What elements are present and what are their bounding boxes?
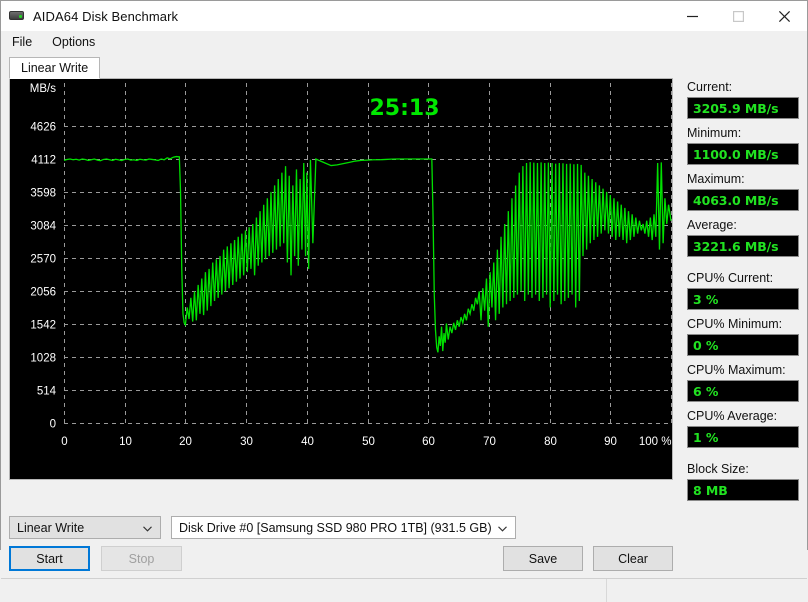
tab-linear-write[interactable]: Linear Write (9, 57, 101, 79)
svg-text:0: 0 (50, 419, 56, 431)
stat-value: 8 MB (693, 482, 728, 498)
main-content: Linear Write 0 514 1028 1542 2056 2570 3084 359… (1, 53, 807, 602)
stat-minimum: Minimum: 1100.0 MB/s (687, 126, 799, 165)
svg-text:50: 50 (362, 436, 375, 448)
stat-cpu-average: CPU% Average: 1 % (687, 409, 799, 448)
svg-text:80: 80 (544, 436, 557, 448)
svg-text:3084: 3084 (30, 221, 56, 233)
status-cell-right (606, 579, 807, 602)
drive-select[interactable]: Disk Drive #0 [Samsung SSD 980 PRO 1TB] … (171, 516, 516, 539)
stat-value: 3221.6 MB/s (693, 238, 779, 254)
stat-current: Current: 3205.9 MB/s (687, 80, 799, 119)
stat-value-box: 1100.0 MB/s (687, 143, 799, 165)
svg-text:30: 30 (240, 436, 253, 448)
stat-label: Maximum: (687, 172, 745, 186)
stat-value-box: 1 % (687, 426, 799, 448)
title-bar: AIDA64 Disk Benchmark (1, 1, 807, 31)
stat-label: Minimum: (687, 126, 742, 140)
svg-text:20: 20 (179, 436, 192, 448)
stats-panel: Current: 3205.9 MB/s Minimum: 1100.0 MB/… (673, 78, 799, 508)
selector-row: Linear Write Disk Drive #0 [Samsung SSD … (9, 516, 799, 539)
stat-label: CPU% Minimum: (687, 317, 783, 331)
maximize-icon[interactable] (715, 1, 761, 31)
stat-label: CPU% Current: (687, 271, 774, 285)
chart-canvas: 0 514 1028 1542 2056 2570 3084 3598 4112 4626 0 10 2… (30, 83, 672, 448)
stat-value-box: 3205.9 MB/s (687, 97, 799, 119)
stat-value: 3205.9 MB/s (693, 100, 779, 116)
svg-text:90: 90 (604, 436, 617, 448)
stat-label: CPU% Average: (687, 409, 778, 423)
test-mode-select[interactable]: Linear Write (9, 516, 161, 539)
stat-value-box: 8 MB (687, 479, 799, 501)
minimize-icon[interactable] (669, 1, 715, 31)
stat-value-box: 6 % (687, 380, 799, 402)
stat-value: 1 % (693, 429, 719, 445)
menu-bar: File Options (1, 31, 807, 53)
stat-label: CPU% Maximum: (687, 363, 786, 377)
disk-drive-icon (8, 7, 26, 25)
svg-text:100 %: 100 % (639, 436, 672, 448)
svg-text:2056: 2056 (30, 287, 56, 299)
stat-value-box: 3221.6 MB/s (687, 235, 799, 257)
stat-cpu-minimum: CPU% Minimum: 0 % (687, 317, 799, 356)
stat-value-box: 3 % (687, 288, 799, 310)
chevron-down-icon (498, 517, 507, 540)
chevron-down-icon (143, 517, 152, 540)
stat-value: 3 % (693, 291, 719, 307)
stat-value-box: 0 % (687, 334, 799, 356)
stat-value: 1100.0 MB/s (693, 146, 779, 162)
stat-value: 0 % (693, 337, 719, 353)
stat-average: Average: 3221.6 MB/s (687, 218, 799, 257)
svg-text:4112: 4112 (31, 155, 56, 167)
svg-text:3598: 3598 (30, 188, 56, 200)
benchmark-chart: 0 514 1028 1542 2056 2570 3084 3598 4112 4626 0 10 2… (9, 78, 673, 480)
menu-item-options[interactable]: Options (43, 33, 104, 51)
svg-text:MB/s: MB/s (30, 83, 56, 95)
stat-cpu-current: CPU% Current: 3 % (687, 271, 799, 310)
stat-block-size: Block Size: 8 MB (687, 462, 799, 501)
menu-item-file[interactable]: File (3, 33, 41, 51)
stat-cpu-maximum: CPU% Maximum: 6 % (687, 363, 799, 402)
svg-text:70: 70 (483, 436, 496, 448)
stat-maximum: Maximum: 4063.0 MB/s (687, 172, 799, 211)
svg-text:10: 10 (119, 436, 132, 448)
svg-text:2570: 2570 (30, 254, 56, 266)
window-title: AIDA64 Disk Benchmark (33, 8, 179, 24)
svg-text:1028: 1028 (30, 353, 56, 365)
status-bar (1, 578, 807, 602)
svg-text:1542: 1542 (30, 320, 56, 332)
svg-text:4626: 4626 (30, 122, 56, 134)
svg-text:25:13: 25:13 (370, 96, 440, 121)
test-mode-value: Linear Write (17, 520, 85, 535)
stat-label: Current: (687, 80, 733, 94)
window-controls (669, 1, 807, 31)
stat-label: Block Size: (687, 462, 749, 476)
stat-value: 4063.0 MB/s (693, 192, 779, 208)
stat-value: 6 % (693, 383, 719, 399)
drive-value: Disk Drive #0 [Samsung SSD 980 PRO 1TB] … (179, 520, 492, 535)
svg-text:60: 60 (422, 436, 435, 448)
tab-strip: Linear Write (9, 57, 807, 79)
app-window: AIDA64 Disk Benchmark File Options Linea… (0, 0, 808, 602)
stat-value-box: 4063.0 MB/s (687, 189, 799, 211)
svg-text:0: 0 (61, 436, 67, 448)
close-icon[interactable] (761, 1, 807, 31)
stat-label: Average: (687, 218, 737, 232)
panes: 0 514 1028 1542 2056 2570 3084 3598 4112 4626 0 10 2… (1, 78, 807, 508)
svg-text:40: 40 (301, 436, 314, 448)
svg-text:514: 514 (37, 386, 57, 398)
status-cell-left (1, 579, 606, 602)
